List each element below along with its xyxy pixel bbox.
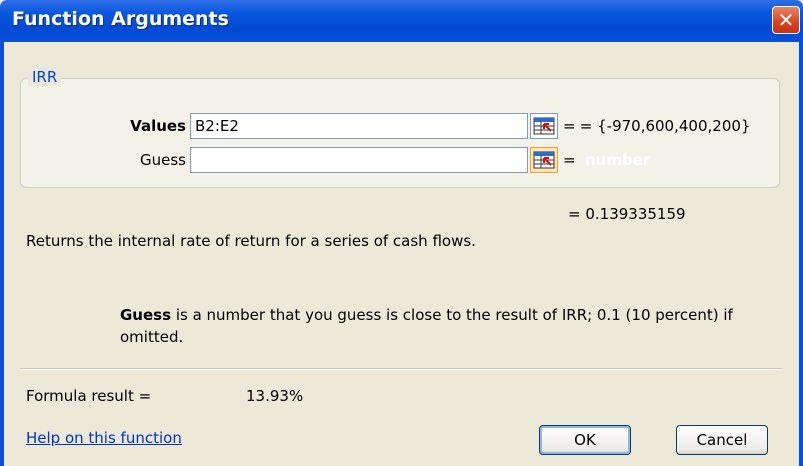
formula-result-value: 13.93% [246, 387, 304, 405]
argument-help-text: is a number that you guess is close to t… [120, 306, 733, 346]
values-input[interactable]: B2:E2 [190, 113, 528, 139]
values-result: = {-970,600,400,200} [575, 117, 751, 135]
window-frame-right [799, 42, 803, 466]
divider [20, 368, 782, 370]
cancel-button[interactable]: Cancel [676, 425, 768, 455]
help-link[interactable]: Help on this function [26, 429, 182, 447]
guess-input[interactable] [190, 147, 528, 173]
values-label: Values [130, 117, 186, 135]
guess-result-type: number [585, 151, 651, 169]
ok-button[interactable]: OK [539, 425, 631, 455]
guess-range-select-icon[interactable] [530, 147, 558, 173]
values-equals: = [563, 117, 576, 135]
window-frame-left [0, 42, 4, 466]
formula-result-label: Formula result = [26, 387, 152, 405]
argument-help: Guess is a number that you guess is clos… [120, 304, 790, 348]
values-result-text: = {-970,600,400,200} [579, 117, 751, 135]
values-range-select-icon[interactable] [530, 113, 558, 139]
function-name-label: IRR [28, 68, 62, 86]
window-title: Function Arguments [12, 8, 229, 30]
title-bar[interactable]: Function Arguments ✕ [0, 0, 803, 42]
function-description: Returns the internal rate of return for … [26, 232, 476, 250]
guess-label: Guess [140, 151, 186, 169]
argument-help-name: Guess [120, 306, 172, 324]
function-result: = 0.139335159 [568, 205, 686, 223]
close-icon[interactable]: ✕ [772, 6, 800, 34]
guess-equals: = [563, 151, 576, 169]
